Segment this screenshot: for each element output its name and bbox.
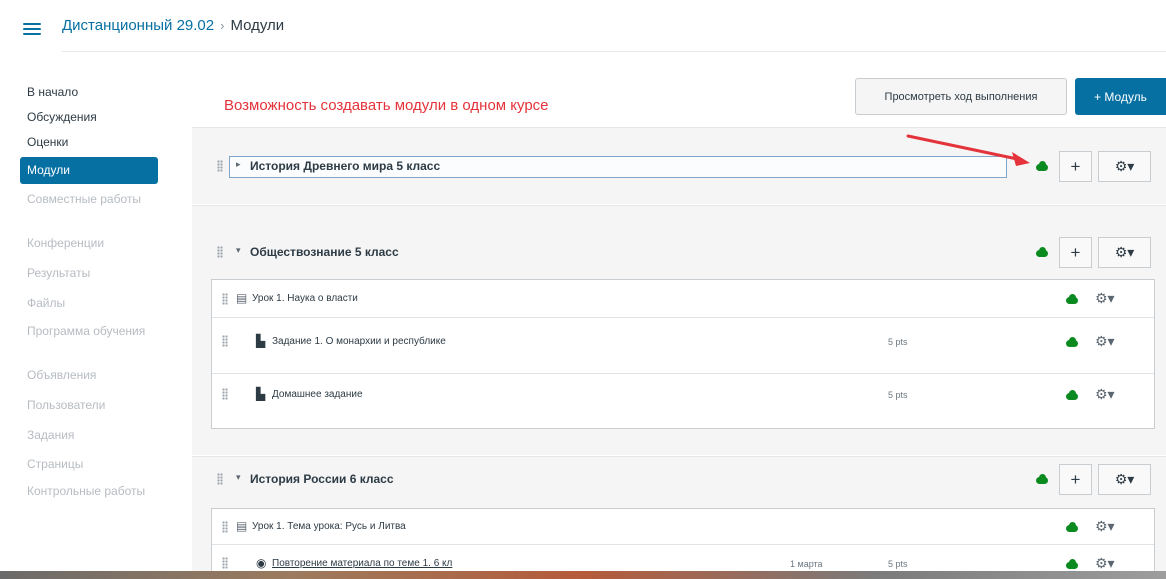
- drag-handle-icon[interactable]: [222, 388, 228, 400]
- published-cloud-icon[interactable]: [1065, 294, 1079, 304]
- module-3-items: ▤ Урок 1. Тема урока: Русь и Литва ⚙▾ ◉ …: [211, 508, 1155, 571]
- taskbar-strip: [0, 571, 1166, 579]
- nav-item-grades[interactable]: Оценки: [20, 130, 160, 155]
- nav-item-modules[interactable]: Модули: [20, 157, 158, 184]
- published-cloud-icon[interactable]: [1035, 474, 1049, 484]
- module-title: История России 6 класс: [250, 472, 394, 486]
- nav-item-files[interactable]: Файлы: [20, 288, 160, 318]
- module-2-items: ▤ Урок 1. Наука о власти ⚙▾ ▙ Задание 1.…: [211, 279, 1155, 429]
- header-divider: [62, 51, 1166, 52]
- hamburger-icon[interactable]: [23, 23, 41, 35]
- item-title[interactable]: Домашнее задание: [272, 389, 363, 400]
- item-title[interactable]: Повторение материала по теме 1. 6 кл: [272, 558, 452, 569]
- add-item-button[interactable]: +: [1059, 464, 1092, 495]
- item-settings-gear-icon[interactable]: ⚙▾: [1095, 555, 1115, 572]
- nav-item-people[interactable]: Пользователи: [20, 390, 160, 420]
- item-title[interactable]: Задание 1. О монархии и республике: [272, 336, 446, 347]
- published-cloud-icon[interactable]: [1065, 559, 1079, 569]
- nav-item-home[interactable]: В начало: [20, 80, 160, 105]
- module-item[interactable]: ▤ Урок 1. Наука о власти ⚙▾: [212, 280, 1154, 318]
- item-settings-gear-icon[interactable]: ⚙▾: [1095, 386, 1115, 403]
- assignment-icon: ▙: [256, 334, 266, 348]
- item-points: 5 pts: [888, 337, 908, 347]
- nav-item-discussions[interactable]: Обсуждения: [20, 105, 160, 130]
- drag-handle-icon[interactable]: [217, 160, 223, 172]
- drag-handle-icon[interactable]: [222, 521, 228, 533]
- drag-handle-icon[interactable]: [222, 293, 228, 305]
- nav-item-announcements[interactable]: Объявления: [20, 360, 160, 390]
- nav-item-collaborations[interactable]: Совместные работы: [20, 186, 160, 228]
- view-progress-button[interactable]: Просмотреть ход выполнения: [855, 78, 1067, 115]
- module-item[interactable]: ▙ Домашнее задание 5 pts ⚙▾: [212, 374, 1154, 428]
- drag-handle-icon[interactable]: [217, 246, 223, 258]
- add-item-button[interactable]: +: [1059, 151, 1092, 182]
- published-cloud-icon[interactable]: [1065, 390, 1079, 400]
- item-due-date: 1 марта: [790, 559, 823, 569]
- published-cloud-icon[interactable]: [1065, 337, 1079, 347]
- quiz-icon: ◉: [256, 556, 267, 570]
- module-settings-gear-icon[interactable]: ⚙▾: [1098, 151, 1151, 182]
- breadcrumb: Дистанционный 29.02 › Модули: [62, 17, 284, 34]
- annotation-arrow-icon: [906, 134, 1030, 166]
- item-settings-gear-icon[interactable]: ⚙▾: [1095, 290, 1115, 307]
- module-settings-gear-icon[interactable]: ⚙▾: [1098, 237, 1151, 268]
- nav-item-pages[interactable]: Страницы: [20, 450, 160, 478]
- item-title[interactable]: Урок 1. Наука о власти: [252, 293, 358, 304]
- nav-item-syllabus[interactable]: Программа обучения: [20, 318, 160, 360]
- page-icon: ▤: [236, 519, 248, 533]
- module-item[interactable]: ◉ Повторение материала по теме 1. 6 кл 1…: [212, 545, 1154, 572]
- module-title: Обществознание 5 класс: [250, 245, 399, 259]
- page-icon: ▤: [236, 291, 248, 305]
- item-points: 5 pts: [888, 390, 908, 400]
- assignment-icon: ▙: [256, 387, 266, 401]
- drag-handle-icon[interactable]: [222, 335, 228, 347]
- item-title[interactable]: Урок 1. Тема урока: Русь и Литва: [252, 521, 406, 532]
- add-item-button[interactable]: +: [1059, 237, 1092, 268]
- nav-item-conferences[interactable]: Конференции: [20, 228, 160, 258]
- collapse-arrow-icon[interactable]: ▸: [236, 159, 241, 170]
- drag-handle-icon[interactable]: [222, 557, 228, 569]
- module-header: ▾ Обществознание 5 класс + ⚙▾: [192, 232, 1166, 272]
- item-settings-gear-icon[interactable]: ⚙▾: [1095, 333, 1115, 350]
- breadcrumb-separator: ›: [220, 18, 225, 33]
- collapse-arrow-icon[interactable]: ▾: [236, 245, 241, 256]
- module-header: ▾ История России 6 класс + ⚙▾: [192, 459, 1166, 499]
- top-bar: Дистанционный 29.02 › Модули: [0, 0, 1166, 50]
- published-cloud-icon[interactable]: [1065, 522, 1079, 532]
- module-settings-gear-icon[interactable]: ⚙▾: [1098, 464, 1151, 495]
- nav-item-assignments[interactable]: Задания: [20, 420, 160, 450]
- module-item[interactable]: ▙ Задание 1. О монархии и республике 5 p…: [212, 318, 1154, 374]
- drag-handle-icon[interactable]: [217, 473, 223, 485]
- breadcrumb-current: Модули: [230, 17, 285, 34]
- collapse-arrow-icon[interactable]: ▾: [236, 472, 241, 483]
- module-title: История Древнего мира 5 класс: [250, 159, 441, 173]
- annotation-caption: Возможность создавать модули в одном кур…: [224, 97, 549, 114]
- module-item[interactable]: ▤ Урок 1. Тема урока: Русь и Литва ⚙▾: [212, 509, 1154, 545]
- item-points: 5 pts: [888, 559, 908, 569]
- published-cloud-icon[interactable]: [1035, 247, 1049, 257]
- item-settings-gear-icon[interactable]: ⚙▾: [1095, 518, 1115, 535]
- nav-item-outcomes[interactable]: Результаты: [20, 258, 160, 288]
- course-nav: В начало Обсуждения Оценки Модули Совмес…: [20, 80, 160, 520]
- breadcrumb-course-link[interactable]: Дистанционный 29.02: [62, 17, 214, 34]
- add-module-button[interactable]: + Модуль: [1075, 78, 1166, 115]
- nav-item-quizzes[interactable]: Контрольные работы: [20, 478, 160, 520]
